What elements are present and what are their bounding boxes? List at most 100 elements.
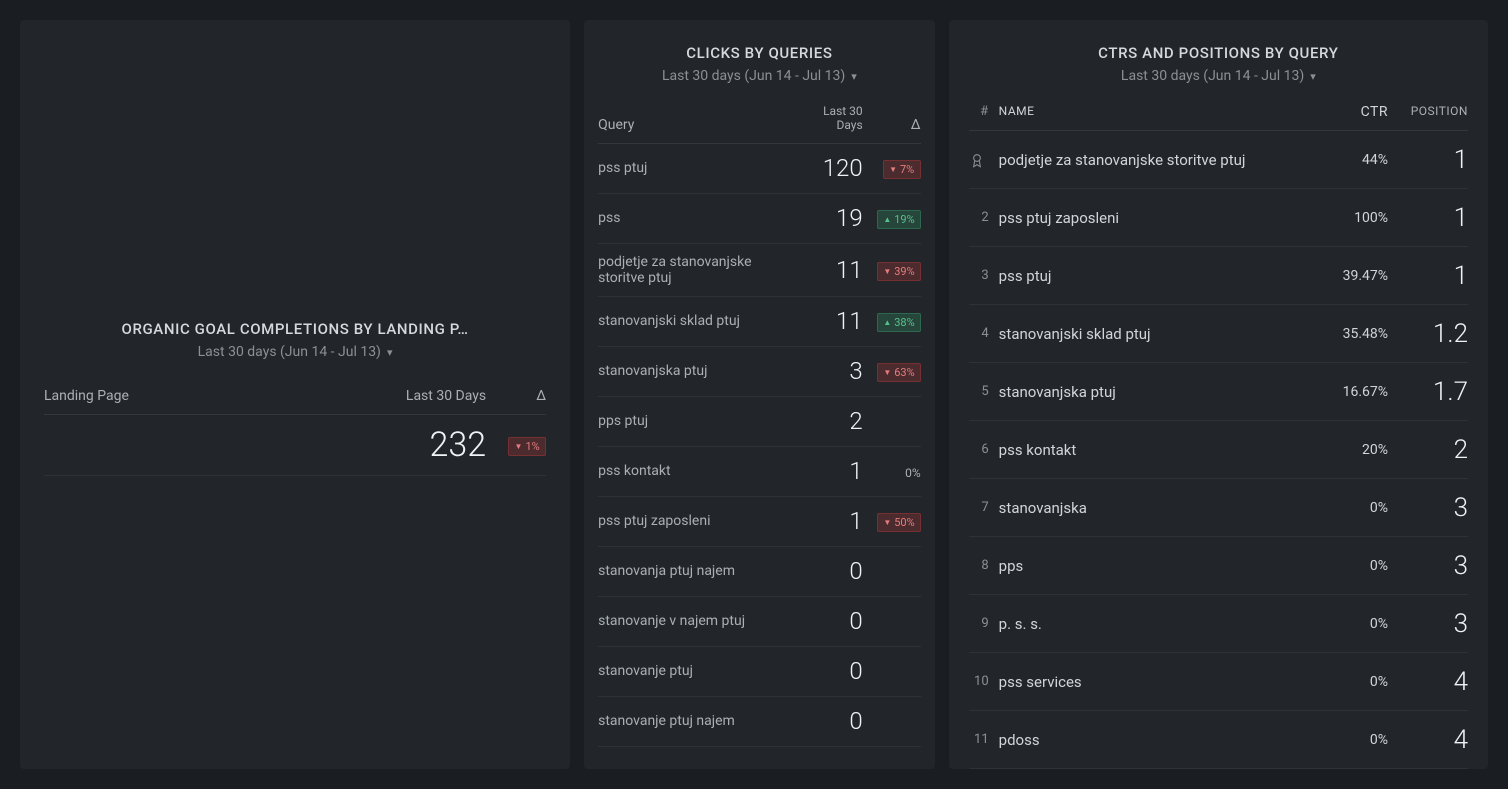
cell-name: stanovanjska: [999, 499, 1308, 517]
cell-ctr: 100%: [1308, 210, 1388, 226]
delta-down-badge: ▼7%: [883, 160, 921, 179]
cell-ctr: 0%: [1308, 732, 1388, 748]
table-row[interactable]: podjetje za stanovanjske storitve ptuj 4…: [969, 131, 1468, 189]
delta-up-badge: ▲38%: [877, 313, 920, 332]
table-row[interactable]: stanovanje ptuj 0: [598, 647, 921, 697]
table-row[interactable]: stanovanje v najem ptuj 0: [598, 597, 921, 647]
table-row[interactable]: pss ptuj zaposleni 1 ▼50%: [598, 497, 921, 547]
cell-position: 3: [1388, 493, 1468, 523]
cell-value: 11: [783, 256, 863, 284]
table-row[interactable]: 7 stanovanjska 0% 3: [969, 479, 1468, 537]
table-row[interactable]: stanovanje ptuj najem 0: [598, 697, 921, 747]
triangle-down-icon: ▼: [883, 368, 891, 377]
cell-position: 1: [1388, 145, 1468, 175]
panel-title: ORGANIC GOAL COMPLETIONS BY LANDING P…: [122, 320, 469, 338]
cell-value: 232: [316, 425, 486, 465]
cell-value: 1: [783, 457, 863, 485]
triangle-down-icon: ▼: [883, 518, 891, 527]
date-range-selector[interactable]: Last 30 days (Jun 14 - Jul 13) ▾: [949, 68, 1488, 84]
cell-rank: [969, 152, 999, 168]
cell-name: stanovanjski sklad ptuj: [999, 325, 1308, 343]
cell-name: pss ptuj: [999, 267, 1308, 285]
table-row[interactable]: 8 pps 0% 3: [969, 537, 1468, 595]
table-row[interactable]: 2 pss ptuj zaposleni 100% 1: [969, 189, 1468, 247]
cell-value: 1: [783, 507, 863, 535]
cell-value: 19: [783, 204, 863, 232]
panel-ctrs-positions: CTRS AND POSITIONS BY QUERY Last 30 days…: [949, 20, 1488, 769]
cell-query: stanovanje ptuj najem: [598, 713, 783, 729]
cell-query: stanovanje v najem ptuj: [598, 613, 783, 629]
cell-delta: [863, 612, 921, 631]
cell-rank: 6: [969, 442, 999, 457]
table-row[interactable]: 11 pdoss 0% 4: [969, 711, 1468, 769]
delta-flat: 0%: [905, 466, 921, 480]
cell-ctr: 20%: [1308, 442, 1388, 458]
cell-name: podjetje za stanovanjske storitve ptuj: [999, 151, 1308, 169]
col-last-30-days: Last 30Days: [783, 104, 863, 133]
cell-delta: ▼1%: [486, 434, 546, 456]
panel-title: CLICKS BY QUERIES: [584, 44, 935, 62]
cell-rank: 10: [969, 674, 999, 689]
table-row[interactable]: 10 pss services 0% 4: [969, 653, 1468, 711]
col-query: Query: [598, 117, 783, 133]
delta-up-badge: ▲19%: [877, 210, 920, 229]
delta-down-badge: ▼39%: [877, 262, 920, 281]
panel-clicks-by-queries: CLICKS BY QUERIES Last 30 days (Jun 14 -…: [584, 20, 935, 769]
table-row[interactable]: 4 stanovanjski sklad ptuj 35.48% 1.2: [969, 305, 1468, 363]
col-position: POSITION: [1388, 104, 1468, 120]
award-icon: [969, 152, 989, 168]
triangle-up-icon: ▲: [883, 318, 891, 327]
cell-query: pss kontakt: [598, 463, 783, 479]
cell-ctr: 35.48%: [1308, 326, 1388, 342]
cell-rank: 8: [969, 558, 999, 573]
table-row[interactable]: 6 pss kontakt 20% 2: [969, 421, 1468, 479]
table-row[interactable]: stanovanja ptuj najem 0: [598, 547, 921, 597]
col-ctr: CTR: [1308, 104, 1388, 120]
cell-query: stanovanjska ptuj: [598, 363, 783, 379]
cell-name: pss kontakt: [999, 441, 1308, 459]
cell-ctr: 0%: [1308, 558, 1388, 574]
table-row[interactable]: 232 ▼1%: [44, 415, 546, 476]
table-row[interactable]: stanovanjska ptuj 3 ▼63%: [598, 347, 921, 397]
cell-query: pps ptuj: [598, 413, 783, 429]
cell-query: stanovanje ptuj: [598, 663, 783, 679]
cell-value: 120: [783, 154, 863, 182]
cell-value: 0: [783, 657, 863, 685]
cell-delta: [863, 662, 921, 681]
table-header: # NAME CTR POSITION: [969, 94, 1468, 131]
triangle-up-icon: ▲: [883, 215, 891, 224]
cell-query: pss ptuj zaposleni: [598, 513, 783, 529]
cell-query: pss: [598, 210, 783, 226]
delta-down-badge: ▼50%: [877, 513, 920, 532]
cell-rank: 4: [969, 326, 999, 341]
table-row[interactable]: pps ptuj 2: [598, 397, 921, 447]
cell-delta: ▼63%: [863, 360, 921, 382]
table-row[interactable]: podjetje za stanovanjske storitve ptuj 1…: [598, 244, 921, 297]
col-name: NAME: [999, 104, 1308, 120]
table-row[interactable]: 5 stanovanjska ptuj 16.67% 1.7: [969, 363, 1468, 421]
table-row[interactable]: pss ptuj 120 ▼7%: [598, 144, 921, 194]
table-row[interactable]: pss 19 ▲19%: [598, 194, 921, 244]
cell-name: p. s. s.: [999, 615, 1308, 633]
cell-query: pss ptuj: [598, 160, 783, 176]
panel-organic-goal-completions: ORGANIC GOAL COMPLETIONS BY LANDING P… L…: [20, 20, 570, 769]
cell-value: 0: [783, 707, 863, 735]
cell-ctr: 16.67%: [1308, 384, 1388, 400]
table-row[interactable]: 3 pss ptuj 39.47% 1: [969, 247, 1468, 305]
cell-delta: [863, 562, 921, 581]
date-range-label: Last 30 days (Jun 14 - Jul 13): [662, 68, 845, 84]
cell-rank: 2: [969, 210, 999, 225]
chevron-down-icon: ▾: [851, 70, 857, 83]
triangle-down-icon: ▼: [889, 165, 897, 174]
table-row[interactable]: 9 p. s. s. 0% 3: [969, 595, 1468, 653]
cell-position: 4: [1388, 667, 1468, 697]
cell-position: 1: [1388, 261, 1468, 291]
cell-ctr: 0%: [1308, 674, 1388, 690]
date-range-selector[interactable]: Last 30 days (Jun 14 - Jul 13) ▾: [584, 68, 935, 84]
table-row[interactable]: stanovanjski sklad ptuj 11 ▲38%: [598, 297, 921, 347]
cell-rank: 3: [969, 268, 999, 283]
cell-query: podjetje za stanovanjske storitve ptuj: [598, 254, 783, 286]
table-row[interactable]: pss kontakt 1 0%: [598, 447, 921, 497]
date-range-selector[interactable]: Last 30 days (Jun 14 - Jul 13) ▾: [198, 344, 393, 360]
cell-position: 4: [1388, 725, 1468, 755]
